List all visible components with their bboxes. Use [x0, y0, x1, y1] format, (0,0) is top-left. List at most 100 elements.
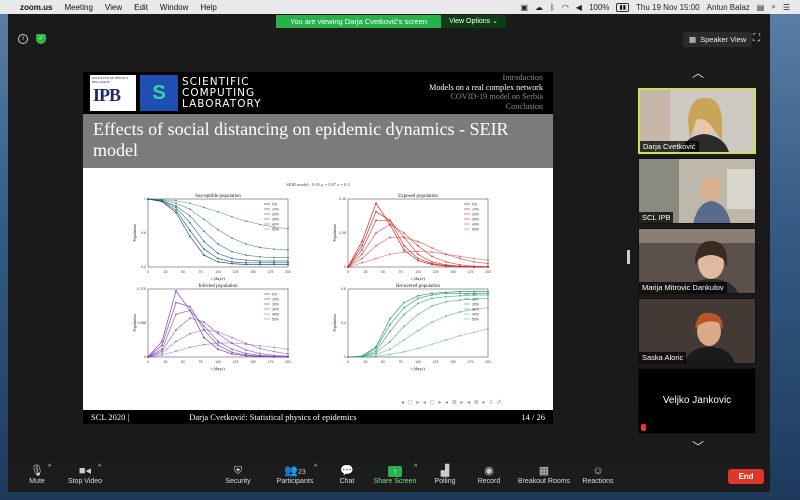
- legend-label: 40%: [272, 222, 279, 226]
- data-point: [403, 325, 405, 328]
- participant-tile-scl[interactable]: SCL IPB: [638, 158, 756, 224]
- data-point: [445, 263, 447, 266]
- zoom-status-icon[interactable]: ▣: [520, 3, 528, 12]
- record-button[interactable]: ◉ Record: [474, 464, 504, 485]
- data-point: [203, 328, 205, 331]
- x-tick-label: 200: [285, 270, 291, 274]
- video-caret-icon[interactable]: ^: [98, 464, 101, 471]
- data-point: [217, 348, 219, 351]
- seir-charts-svg: Susceptible population t (days) Population…: [132, 194, 491, 371]
- x-tick-label: 100: [215, 360, 221, 364]
- participant-tile-saska[interactable]: Saska Aloric: [638, 298, 756, 364]
- data-point: [189, 215, 191, 217]
- data-point: [175, 350, 177, 353]
- data-point: [175, 209, 177, 211]
- cloud-icon[interactable]: ☁: [535, 3, 543, 12]
- gallery-down-arrow[interactable]: ﹀: [688, 438, 708, 455]
- fullscreen-icon[interactable]: ⛶: [753, 33, 760, 44]
- x-tick-label: 150: [450, 360, 456, 364]
- y-axis-label: Population: [132, 224, 137, 241]
- menu-window[interactable]: Window: [154, 3, 194, 12]
- data-point: [245, 263, 247, 266]
- gallery-up-arrow[interactable]: ︿: [688, 64, 708, 81]
- volume-icon[interactable]: ◀: [576, 3, 582, 12]
- panel-resize-handle[interactable]: [627, 250, 630, 264]
- x-tick-label: 200: [485, 270, 491, 274]
- reactions-button[interactable]: ☺ Reactions: [580, 464, 616, 485]
- menu-view[interactable]: View: [99, 3, 128, 12]
- scl-logo-mark: S: [140, 75, 178, 111]
- data-point: [403, 249, 405, 251]
- data-point: [431, 255, 433, 258]
- user-name[interactable]: Antun Balaz: [707, 3, 750, 12]
- data-point: [431, 305, 433, 307]
- view-options-button[interactable]: View Options ⌄: [441, 15, 506, 28]
- mac-menubar: zoom.us Meeting View Edit Window Help ▣ …: [0, 0, 800, 14]
- y-tick-label: 0: [144, 355, 146, 359]
- security-button[interactable]: ⛨ Security: [218, 464, 258, 485]
- data-point: [161, 198, 163, 201]
- share-banner: You are viewing Darja Cvetković's screen…: [276, 15, 506, 28]
- polling-button[interactable]: ▟ Polling: [430, 464, 460, 485]
- info-icon[interactable]: i: [18, 34, 28, 44]
- clock[interactable]: Thu 19 Nov 15:00: [636, 3, 700, 12]
- data-point: [203, 325, 205, 327]
- wifi-icon[interactable]: ◠: [562, 3, 569, 12]
- search-icon[interactable]: ⌕: [771, 2, 775, 12]
- participant-tile-veljko[interactable]: Veljko Jankovic: [638, 368, 756, 434]
- control-center-icon[interactable]: ☰: [783, 3, 790, 12]
- data-point: [431, 261, 433, 263]
- legend-label: 10%: [472, 207, 479, 211]
- participants-button[interactable]: 👥23 Participants: [270, 464, 320, 485]
- menu-help[interactable]: Help: [194, 3, 222, 12]
- x-tick-label: 25: [364, 270, 368, 274]
- legend-label: 20%: [472, 212, 479, 216]
- share-screen-button[interactable]: ↑ Share Screen: [370, 464, 420, 485]
- data-point: [361, 253, 363, 256]
- data-point: [473, 298, 475, 301]
- data-point: [417, 250, 419, 253]
- data-point: [217, 342, 219, 344]
- breakout-rooms-button[interactable]: ▦ Breakout Rooms: [514, 464, 574, 485]
- data-point: [231, 250, 233, 253]
- nav-introduction: Introduction: [502, 73, 543, 82]
- x-tick-label: 75: [199, 360, 203, 364]
- data-point: [161, 352, 163, 355]
- participant-tile-darja[interactable]: Darja Cvetković: [638, 88, 756, 154]
- share-caret-icon[interactable]: ^: [414, 464, 417, 471]
- menu-app-name[interactable]: zoom.us: [14, 3, 58, 12]
- shield-icon[interactable]: ✓: [36, 34, 46, 44]
- data-point: [417, 297, 419, 300]
- participant-tile-marija[interactable]: Marija Mitrovic Dankulov: [638, 228, 756, 294]
- data-point: [459, 255, 461, 258]
- data-point: [375, 355, 377, 358]
- footer-page: 14 / 26: [521, 412, 545, 422]
- flag-icon[interactable]: ▤: [757, 3, 765, 12]
- x-tick-label: 0: [147, 270, 149, 274]
- data-point: [403, 351, 405, 353]
- legend-label: 0%: [472, 202, 477, 206]
- menu-edit[interactable]: Edit: [128, 3, 154, 12]
- legend-label: 30%: [272, 307, 279, 311]
- subplot-title: Recovered population: [396, 284, 441, 289]
- menu-meeting[interactable]: Meeting: [58, 3, 98, 12]
- chat-button[interactable]: 💬 Chat: [334, 464, 360, 485]
- battery-icon[interactable]: ▮▮: [616, 2, 630, 12]
- data-point: [231, 352, 233, 355]
- polling-label: Polling: [434, 478, 456, 485]
- mute-caret-icon[interactable]: ^: [48, 464, 51, 471]
- data-point: [203, 218, 205, 221]
- speaker-view-button[interactable]: ▦ Speaker View: [683, 32, 753, 47]
- slide-header: INSTITUTE OF PHYSICS BELGRADE IPB S SCIE…: [83, 72, 553, 114]
- y-axis-label: Population: [332, 224, 337, 241]
- participants-caret-icon[interactable]: ^: [314, 464, 317, 471]
- data-point: [245, 343, 247, 346]
- legend-label: 40%: [472, 222, 479, 226]
- stop-video-button[interactable]: ■◂ Stop Video: [60, 464, 110, 485]
- data-point: [347, 356, 349, 358]
- bluetooth-icon[interactable]: ᛒ: [550, 3, 555, 12]
- end-meeting-button[interactable]: End: [728, 469, 764, 484]
- data-point: [231, 348, 233, 351]
- mute-label: Mute: [29, 478, 45, 485]
- data-point: [175, 206, 177, 209]
